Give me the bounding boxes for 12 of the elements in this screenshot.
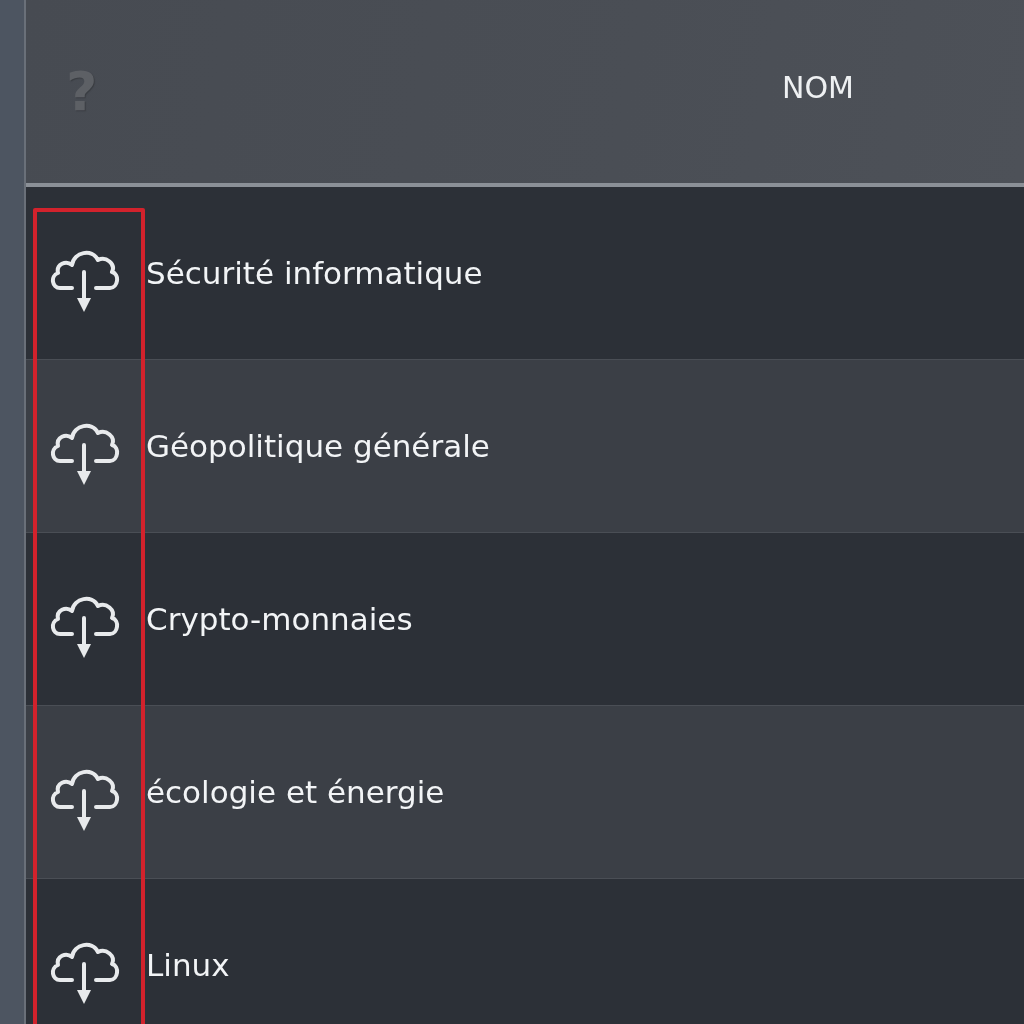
row-name: Géopolitique générale [146, 428, 490, 464]
table-row[interactable]: Sécurité informatique [26, 187, 1024, 360]
row-name: Crypto-monnaies [146, 601, 413, 637]
table-row[interactable]: écologie et énergie [26, 706, 1024, 879]
table-row[interactable]: Géopolitique générale [26, 360, 1024, 533]
table-row[interactable]: Crypto-monnaies [26, 533, 1024, 706]
help-mark: ? [66, 60, 98, 123]
row-name: Sécurité informatique [146, 255, 483, 291]
row-name: écologie et énergie [146, 774, 445, 810]
table-row[interactable]: Linux [26, 879, 1024, 1024]
column-header[interactable]: NOM [782, 70, 854, 105]
row-name: Linux [146, 947, 230, 983]
